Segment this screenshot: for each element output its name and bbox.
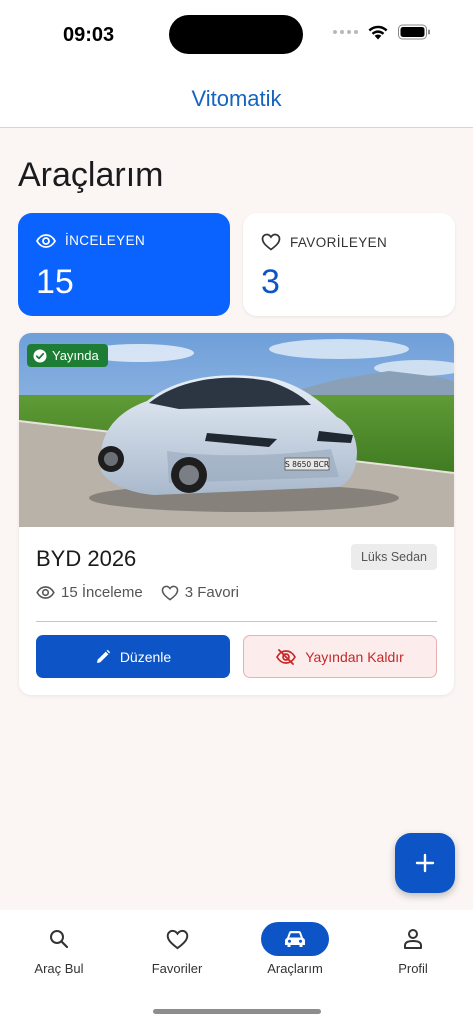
favorites-stat-header: FAVORİLEYEN bbox=[261, 233, 387, 251]
person-icon bbox=[404, 929, 422, 949]
bottom-nav: Araç Bul Favoriler Araçlarım Profil bbox=[0, 910, 473, 1024]
license-plate-text: S 8650 BCR bbox=[285, 460, 329, 469]
heart-icon bbox=[166, 929, 188, 949]
dynamic-island bbox=[169, 15, 303, 54]
car-listing-card[interactable]: S 8650 BCR Yayında BYD 2026 Lüks Sedan 1… bbox=[19, 333, 454, 695]
search-icon bbox=[50, 930, 69, 949]
nav-label-arac-bul: Araç Bul bbox=[34, 961, 84, 976]
edit-button-label: Düzenle bbox=[119, 648, 172, 665]
card-divider bbox=[36, 621, 437, 622]
car-icon bbox=[285, 931, 305, 947]
pencil-icon bbox=[96, 649, 111, 663]
cellular-signal-icon bbox=[333, 30, 358, 34]
home-indicator[interactable] bbox=[153, 1009, 321, 1014]
battery-icon bbox=[398, 24, 430, 40]
car-views-stat: 15 İnceleme bbox=[36, 584, 143, 601]
eye-icon bbox=[36, 233, 56, 248]
check-circle-icon bbox=[33, 349, 47, 362]
car-stats: 15 İnceleme 3 Favori bbox=[36, 584, 239, 601]
status-time: 09:03 bbox=[63, 24, 115, 46]
favorites-stat-value: 3 bbox=[261, 263, 280, 301]
car-favorites-text: 3 Favori bbox=[184, 584, 239, 601]
category-chip: Lüks Sedan bbox=[350, 544, 437, 570]
eye-icon bbox=[36, 586, 55, 599]
car-views-text: 15 İnceleme bbox=[61, 584, 143, 601]
views-stat-header: İNCELEYEN bbox=[36, 233, 145, 248]
status-icons bbox=[333, 24, 431, 40]
views-stat-label: İNCELEYEN bbox=[65, 233, 146, 248]
eye-off-icon bbox=[276, 648, 297, 665]
nav-label-araclarim: Araçlarım bbox=[267, 961, 323, 976]
nav-item-araclarim[interactable]: Araçlarım bbox=[236, 922, 354, 976]
edit-button[interactable]: Düzenle bbox=[36, 635, 230, 678]
heart-icon bbox=[161, 585, 179, 601]
nav-label-favoriler: Favoriler bbox=[151, 961, 203, 976]
wifi-icon bbox=[368, 25, 388, 40]
app-header: Vitomatik bbox=[0, 70, 473, 128]
page-title: Araçlarım bbox=[18, 156, 164, 194]
nav-label-profil: Profil bbox=[398, 961, 428, 976]
status-bar: 09:03 bbox=[0, 0, 473, 70]
unpublish-button[interactable]: Yayından Kaldır bbox=[243, 635, 437, 678]
car-favorites-stat: 3 Favori bbox=[161, 584, 239, 601]
published-status-badge: Yayında bbox=[27, 344, 108, 367]
add-car-button[interactable] bbox=[395, 833, 455, 893]
heart-icon bbox=[261, 233, 281, 251]
views-stat-card: İNCELEYEN 15 bbox=[18, 213, 230, 316]
car-name: BYD 2026 bbox=[36, 546, 137, 571]
favorites-stat-label: FAVORİLEYEN bbox=[290, 234, 388, 250]
nav-item-favoriler[interactable]: Favoriler bbox=[118, 922, 236, 976]
nav-item-profil[interactable]: Profil bbox=[354, 922, 472, 976]
published-status-label: Yayında bbox=[52, 348, 99, 363]
app-title: Vitomatik bbox=[191, 85, 282, 111]
unpublish-button-label: Yayından Kaldır bbox=[305, 648, 404, 665]
plus-icon bbox=[415, 853, 435, 873]
nav-item-arac-bul[interactable]: Araç Bul bbox=[0, 922, 118, 976]
favorites-stat-card: FAVORİLEYEN 3 bbox=[243, 213, 455, 316]
views-stat-value: 15 bbox=[36, 263, 74, 301]
